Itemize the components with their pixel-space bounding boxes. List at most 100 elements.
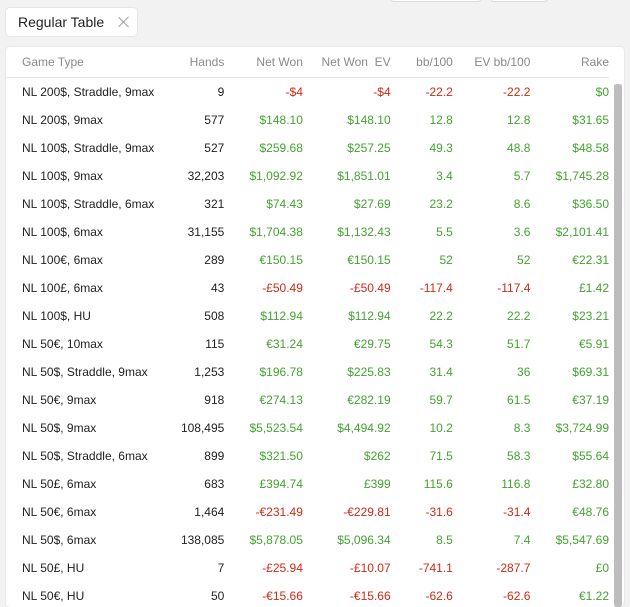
table-row[interactable]: NL 50€, HU50-€15.66-€15.66-62.6-62.6€1.2… <box>6 582 609 607</box>
cell-hands: 508 <box>170 302 224 330</box>
cell-bb100: 22.2 <box>391 302 453 330</box>
table-row[interactable]: NL 50$, 9max108,495$5,523.54$4,494.9210.… <box>6 414 609 442</box>
cell-net-won-ev: $225.83 <box>303 358 391 386</box>
tab-label: Regular Table <box>18 14 104 30</box>
close-icon[interactable] <box>118 16 130 28</box>
cell-net-won: $74.43 <box>224 190 303 218</box>
table-row[interactable]: NL 50$, Straddle, 9max1,253$196.78$225.8… <box>6 358 609 386</box>
cell-bb100: 5.5 <box>391 218 453 246</box>
cell-ev-bb100: -117.4 <box>453 274 531 302</box>
cell-game-type: NL 200$, Straddle, 9max <box>6 78 170 107</box>
table-row[interactable]: NL 50$, Straddle, 6max899$321.50$26271.5… <box>6 442 609 470</box>
table-row[interactable]: NL 50£, 6max683£394.74£399115.6116.8£32.… <box>6 470 609 498</box>
cell-net-won: $1,092.92 <box>224 162 303 190</box>
table-row[interactable]: NL 100$, Straddle, 6max321$74.43$27.6923… <box>6 190 609 218</box>
cell-net-won-ev: $112.94 <box>303 302 391 330</box>
cell-hands: 43 <box>170 274 224 302</box>
cell-ev-bb100: -22.2 <box>453 78 531 107</box>
cell-bb100: -117.4 <box>391 274 453 302</box>
table-row[interactable]: NL 100$, 6max31,155$1,704.38$1,132.435.5… <box>6 218 609 246</box>
column-header-net-won-ev[interactable]: Net Won EV <box>303 47 391 78</box>
cell-rake: £0 <box>530 554 609 582</box>
cell-rake: $0 <box>530 78 609 107</box>
table-row[interactable]: NL 50€, 9max918€274.13€282.1959.761.5€37… <box>6 386 609 414</box>
cell-rake: $2,101.41 <box>530 218 609 246</box>
cell-game-type: NL 50£, HU <box>6 554 170 582</box>
cell-bb100: -741.1 <box>391 554 453 582</box>
table-row[interactable]: NL 50€, 6max1,464-€231.49-€229.81-31.6-3… <box>6 498 609 526</box>
cell-hands: 32,203 <box>170 162 224 190</box>
table-row[interactable]: NL 100$, 9max32,203$1,092.92$1,851.013.4… <box>6 162 609 190</box>
column-header-net-won[interactable]: Net Won <box>224 47 303 78</box>
cell-rake: £32.80 <box>530 470 609 498</box>
cell-ev-bb100: 52 <box>453 246 531 274</box>
cell-game-type: NL 100$, 9max <box>6 162 170 190</box>
cell-bb100: 115.6 <box>391 470 453 498</box>
cell-rake: $5,547.69 <box>530 526 609 554</box>
cell-ev-bb100: 8.3 <box>453 414 531 442</box>
cell-ev-bb100: 116.8 <box>453 470 531 498</box>
toolbar-button-partial[interactable] <box>490 0 548 2</box>
toolbar-button-partial[interactable] <box>390 0 482 2</box>
cell-net-won-ev: $4,494.92 <box>303 414 391 442</box>
table-row[interactable]: NL 50€, 10max115€31.24€29.7554.351.7€5.9… <box>6 330 609 358</box>
cell-bb100: 10.2 <box>391 414 453 442</box>
column-header-ev-bb100[interactable]: EV bb/100 <box>453 47 531 78</box>
cell-net-won: €31.24 <box>224 330 303 358</box>
table-row[interactable]: NL 100$, HU508$112.94$112.9422.222.2$23.… <box>6 302 609 330</box>
cell-ev-bb100: 48.8 <box>453 134 531 162</box>
cell-ev-bb100: 61.5 <box>453 386 531 414</box>
table-row[interactable]: NL 200$, 9max577$148.10$148.1012.812.8$3… <box>6 106 609 134</box>
cell-net-won: €150.15 <box>224 246 303 274</box>
column-header-hands[interactable]: Hands <box>170 47 224 78</box>
table-row[interactable]: NL 50$, 6max138,085$5,878.05$5,096.348.5… <box>6 526 609 554</box>
cell-game-type: NL 50€, HU <box>6 582 170 607</box>
cell-hands: 9 <box>170 78 224 107</box>
cell-game-type: NL 50€, 10max <box>6 330 170 358</box>
cell-hands: 108,495 <box>170 414 224 442</box>
cell-net-won: $1,704.38 <box>224 218 303 246</box>
table-row[interactable]: NL 100$, Straddle, 9max527$259.68$257.25… <box>6 134 609 162</box>
cell-net-won-ev: -€15.66 <box>303 582 391 607</box>
cell-rake: $69.31 <box>530 358 609 386</box>
cell-ev-bb100: 12.8 <box>453 106 531 134</box>
cell-rake: €1.22 <box>530 582 609 607</box>
cell-ev-bb100: 51.7 <box>453 330 531 358</box>
cell-net-won: -€15.66 <box>224 582 303 607</box>
cell-net-won: $196.78 <box>224 358 303 386</box>
cell-net-won: -£50.49 <box>224 274 303 302</box>
cell-hands: 7 <box>170 554 224 582</box>
table-row[interactable]: NL 50£, HU7-£25.94-£10.07-741.1-287.7£0 <box>6 554 609 582</box>
cell-net-won-ev: €282.19 <box>303 386 391 414</box>
cell-rake: $31.65 <box>530 106 609 134</box>
cell-bb100: -31.6 <box>391 498 453 526</box>
cell-net-won-ev: -£10.07 <box>303 554 391 582</box>
cell-rake: €37.19 <box>530 386 609 414</box>
tab-regular-table[interactable]: Regular Table <box>6 8 137 36</box>
table-row[interactable]: NL 100£, 6max43-£50.49-£50.49-117.4-117.… <box>6 274 609 302</box>
cell-net-won: $321.50 <box>224 442 303 470</box>
cell-ev-bb100: 8.6 <box>453 190 531 218</box>
column-header-bb100[interactable]: bb/100 <box>391 47 453 78</box>
cell-net-won-ev: $27.69 <box>303 190 391 218</box>
column-header-game-type[interactable]: Game Type <box>6 47 170 78</box>
cell-game-type: NL 50£, 6max <box>6 470 170 498</box>
cell-net-won: $5,523.54 <box>224 414 303 442</box>
table-row[interactable]: NL 200$, Straddle, 9max9-$4-$4-22.2-22.2… <box>6 78 609 107</box>
table-header-row: Game Type Hands Net Won Net Won EV bb/10… <box>6 47 609 78</box>
cell-ev-bb100: -31.4 <box>453 498 531 526</box>
cell-rake: €22.31 <box>530 246 609 274</box>
cell-rake: $55.64 <box>530 442 609 470</box>
column-header-rake[interactable]: Rake <box>530 47 609 78</box>
cell-game-type: NL 100£, 6max <box>6 274 170 302</box>
cell-game-type: NL 100€, 6max <box>6 246 170 274</box>
cell-hands: 899 <box>170 442 224 470</box>
cell-ev-bb100: 58.3 <box>453 442 531 470</box>
table-row[interactable]: NL 100€, 6max289€150.15€150.155252€22.31 <box>6 246 609 274</box>
cell-ev-bb100: 3.6 <box>453 218 531 246</box>
cell-hands: 1,253 <box>170 358 224 386</box>
scrollbar-thumb[interactable] <box>614 84 622 607</box>
cell-net-won: $112.94 <box>224 302 303 330</box>
cell-net-won: -£25.94 <box>224 554 303 582</box>
cell-bb100: 3.4 <box>391 162 453 190</box>
